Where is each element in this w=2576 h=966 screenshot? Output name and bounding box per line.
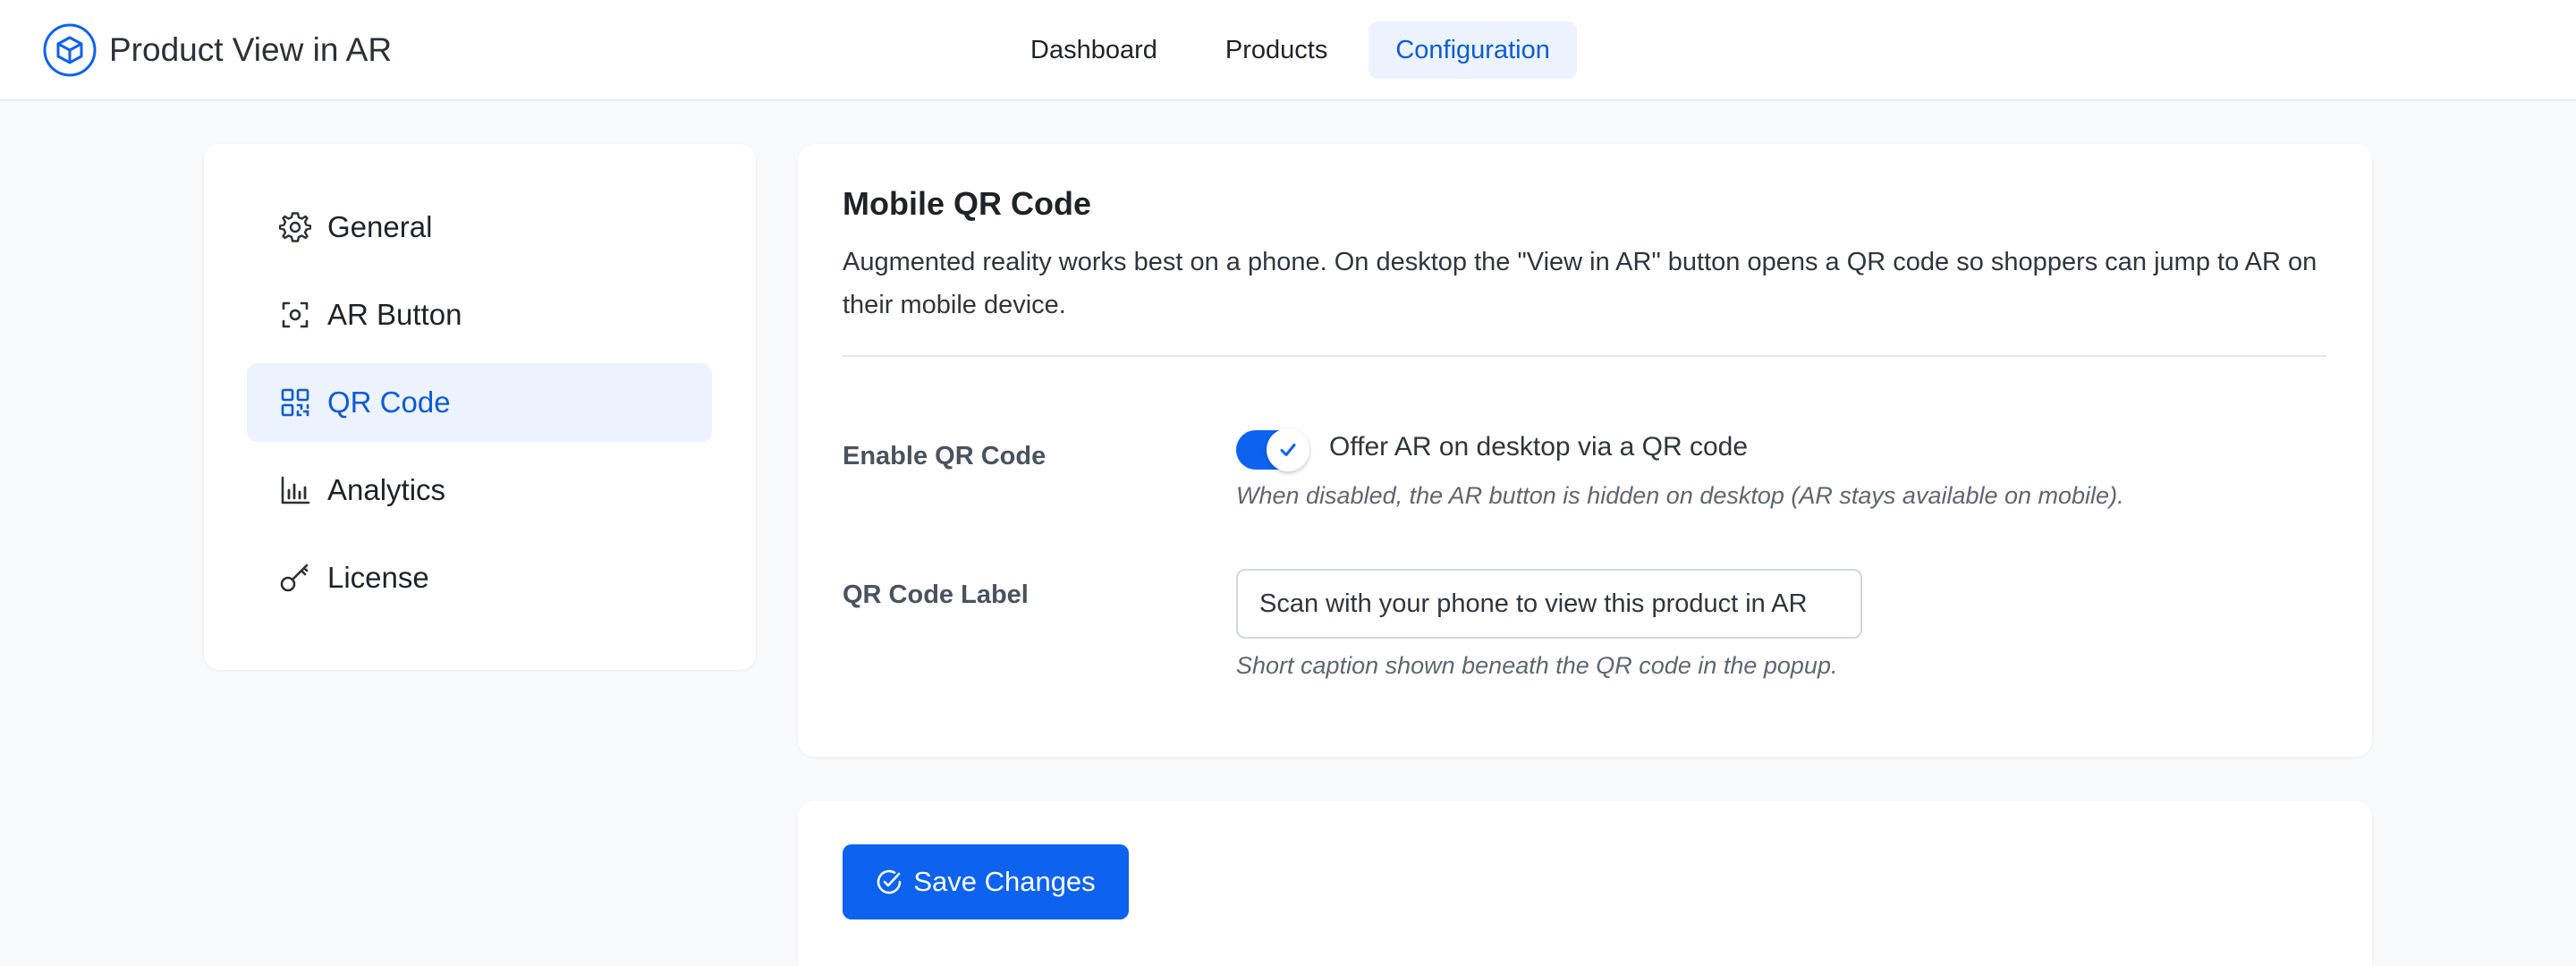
qr-settings-card: Mobile QR Code Augmented reality works b… bbox=[798, 144, 2372, 757]
qr-label-label: QR Code Label bbox=[843, 580, 1029, 609]
sidebar-item-ar-button[interactable]: AR Button bbox=[247, 275, 712, 354]
actions-card: Save Changes bbox=[798, 801, 2372, 966]
key-icon bbox=[280, 564, 309, 592]
toggle-knob bbox=[1267, 428, 1309, 471]
qr-code-icon bbox=[281, 388, 309, 417]
save-changes-button[interactable]: Save Changes bbox=[843, 844, 1129, 919]
gear-icon bbox=[279, 212, 311, 242]
save-button-label: Save Changes bbox=[913, 866, 1096, 897]
settings-sidebar: General AR Button QR Code Analytics Lice… bbox=[204, 144, 756, 670]
app-title: Product View in AR bbox=[109, 31, 393, 68]
enable-qr-help: When disabled, the AR button is hidden o… bbox=[1236, 482, 2124, 509]
sidebar-item-license[interactable]: License bbox=[247, 538, 712, 617]
scan-icon bbox=[282, 301, 309, 328]
sidebar-item-qr-code[interactable]: QR Code bbox=[247, 363, 712, 442]
sidebar-item-general[interactable]: General bbox=[247, 188, 712, 267]
bar-chart-icon bbox=[281, 476, 310, 504]
check-circle-icon bbox=[877, 869, 902, 894]
top-bar: Product View in AR Dashboard Products Co… bbox=[0, 0, 2576, 101]
nav-dashboard[interactable]: Dashboard bbox=[1004, 21, 1184, 79]
cube-icon bbox=[43, 23, 97, 77]
sidebar-item-analytics[interactable]: Analytics bbox=[247, 451, 712, 530]
sidebar-item-label: Analytics bbox=[327, 473, 446, 506]
section-description: Augmented reality works best on a phone.… bbox=[843, 248, 2318, 319]
qr-label-help: Short caption shown beneath the QR code … bbox=[1236, 652, 1838, 679]
nav-products[interactable]: Products bbox=[1199, 21, 1354, 79]
sidebar-item-label: QR Code bbox=[327, 386, 451, 419]
check-icon bbox=[1280, 444, 1296, 456]
main-nav: Dashboard Products Configuration bbox=[1004, 21, 1577, 79]
divider bbox=[843, 355, 2326, 357]
sidebar-item-label: AR Button bbox=[327, 298, 462, 331]
sidebar-item-label: License bbox=[327, 561, 429, 594]
qr-label-input[interactable] bbox=[1236, 569, 1862, 639]
toggle-description: Offer AR on desktop via a QR code bbox=[1329, 432, 1749, 462]
nav-configuration[interactable]: Configuration bbox=[1368, 21, 1577, 79]
enable-qr-label: Enable QR Code bbox=[843, 442, 1046, 470]
enable-qr-toggle[interactable] bbox=[1236, 428, 1309, 471]
brand[interactable]: Product View in AR bbox=[43, 21, 392, 79]
sidebar-item-label: General bbox=[327, 210, 433, 243]
section-title: Mobile QR Code bbox=[843, 185, 1091, 222]
